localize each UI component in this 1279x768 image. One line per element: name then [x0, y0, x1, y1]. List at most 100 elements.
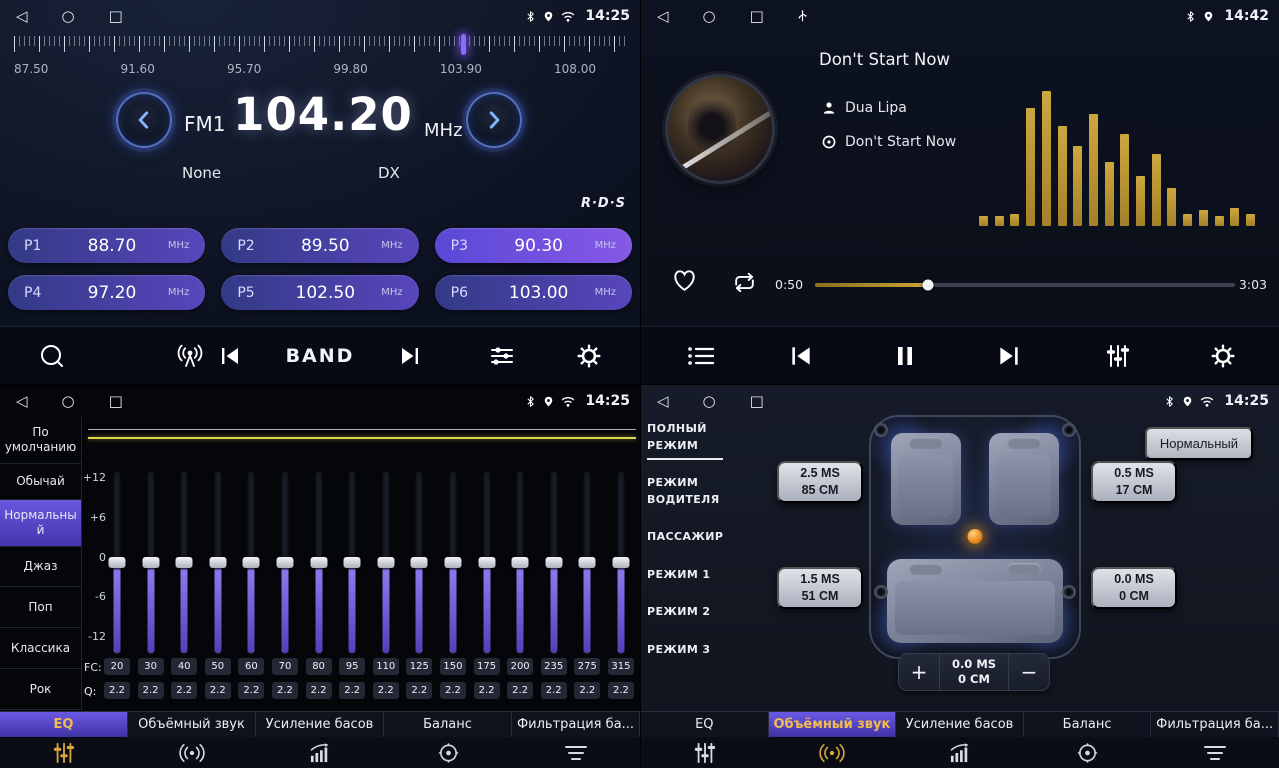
seek-bar[interactable] — [815, 283, 1235, 287]
eq-preset-default[interactable]: По умолчанию — [0, 417, 81, 464]
nav-recents-icon[interactable]: □ — [750, 7, 764, 25]
q-value[interactable]: 2.2 — [373, 682, 399, 699]
delay-front-left-button[interactable]: 2.5 MS 85 CM — [777, 461, 863, 503]
band-button[interactable]: BAND — [286, 345, 355, 367]
slider-handle[interactable] — [176, 557, 193, 568]
preset-button-p3[interactable]: P3 90.30 MHz — [435, 228, 632, 263]
tune-down-button[interactable] — [116, 92, 172, 148]
mode-driver[interactable]: РЕЖИМ ВОДИТЕЛЯ — [647, 475, 737, 514]
eq-tab-button[interactable] — [0, 737, 128, 768]
favorite-button[interactable] — [671, 268, 698, 293]
slider-handle[interactable] — [411, 557, 428, 568]
nav-recents-icon[interactable]: □ — [109, 7, 123, 25]
fc-value[interactable]: 70 — [272, 658, 298, 675]
tuning-indicator[interactable] — [461, 34, 466, 55]
slider-handle[interactable] — [579, 557, 596, 568]
preset-button-p5[interactable]: P5 102.50 MHz — [221, 275, 418, 310]
delay-increase-button[interactable]: + — [899, 654, 939, 690]
filter-tab-button[interactable] — [512, 737, 640, 768]
eq-preset-custom[interactable]: Обычай — [0, 464, 81, 500]
fc-value[interactable]: 40 — [171, 658, 197, 675]
nav-back-icon[interactable]: ◁ — [657, 7, 669, 25]
slider-handle[interactable] — [109, 557, 126, 568]
settings-button[interactable] — [577, 344, 601, 368]
repeat-button[interactable] — [731, 271, 758, 294]
frequency-ruler[interactable] — [14, 36, 626, 56]
mode-3[interactable]: РЕЖИМ 3 — [647, 642, 737, 665]
nav-recents-icon[interactable]: □ — [750, 392, 764, 410]
slider-handle[interactable] — [243, 557, 260, 568]
mode-full[interactable]: ПОЛНЫЙ РЕЖИМ — [647, 421, 737, 460]
eq-band-slider[interactable] — [104, 471, 130, 655]
slider-handle[interactable] — [612, 557, 629, 568]
fc-value[interactable]: 150 — [440, 658, 466, 675]
q-value[interactable]: 2.2 — [339, 682, 365, 699]
nav-back-icon[interactable]: ◁ — [16, 7, 28, 25]
q-value[interactable]: 2.2 — [608, 682, 634, 699]
q-value[interactable]: 2.2 — [104, 682, 130, 699]
fc-value[interactable]: 80 — [306, 658, 332, 675]
eq-preset-jazz[interactable]: Джаз — [0, 547, 81, 587]
fc-value[interactable]: 125 — [406, 658, 432, 675]
equalizer-button[interactable] — [1106, 344, 1130, 368]
sound-preset-button[interactable]: Нормальный — [1145, 427, 1253, 460]
q-value[interactable]: 2.2 — [507, 682, 533, 699]
nav-back-icon[interactable]: ◁ — [657, 392, 669, 410]
progress-knob[interactable] — [923, 280, 934, 291]
eq-band-slider[interactable] — [138, 471, 164, 655]
delay-rear-right-button[interactable]: 0.0 MS 0 CM — [1091, 567, 1177, 609]
fc-value[interactable]: 30 — [138, 658, 164, 675]
slider-handle[interactable] — [478, 557, 495, 568]
eq-preset-pop[interactable]: Поп — [0, 587, 81, 628]
surround-tab-button[interactable] — [769, 737, 897, 768]
eq-preset-rock[interactable]: Рок — [0, 669, 81, 710]
nav-home-icon[interactable]: ○ — [703, 392, 716, 410]
delay-decrease-button[interactable]: − — [1009, 654, 1049, 690]
slider-handle[interactable] — [276, 557, 293, 568]
slider-handle[interactable] — [512, 557, 529, 568]
slider-handle[interactable] — [377, 557, 394, 568]
q-value[interactable]: 2.2 — [272, 682, 298, 699]
scan-button[interactable] — [39, 343, 65, 369]
q-value[interactable]: 2.2 — [306, 682, 332, 699]
bass-boost-tab-button[interactable] — [256, 737, 384, 768]
slider-handle[interactable] — [344, 557, 361, 568]
eq-band-slider[interactable] — [541, 471, 567, 655]
tab-balance[interactable]: Баланс — [384, 712, 512, 737]
eq-band-slider[interactable] — [608, 471, 634, 655]
nav-home-icon[interactable]: ○ — [703, 7, 716, 25]
q-value[interactable]: 2.2 — [574, 682, 600, 699]
next-station-button[interactable] — [398, 345, 422, 367]
q-value[interactable]: 2.2 — [440, 682, 466, 699]
eq-band-slider[interactable] — [339, 471, 365, 655]
eq-band-slider[interactable] — [171, 471, 197, 655]
fc-value[interactable]: 95 — [339, 658, 365, 675]
fc-value[interactable]: 200 — [507, 658, 533, 675]
fc-value[interactable]: 275 — [574, 658, 600, 675]
fc-value[interactable]: 235 — [541, 658, 567, 675]
eq-band-slider[interactable] — [306, 471, 332, 655]
stations-button[interactable] — [176, 343, 204, 369]
pause-button[interactable] — [895, 345, 915, 367]
eq-band-slider[interactable] — [507, 471, 533, 655]
eq-preset-classic[interactable]: Классика — [0, 628, 81, 669]
tab-bass-boost[interactable]: Усиление басов — [256, 712, 384, 737]
q-value[interactable]: 2.2 — [541, 682, 567, 699]
delay-rear-left-button[interactable]: 1.5 MS 51 CM — [777, 567, 863, 609]
previous-track-button[interactable] — [788, 344, 814, 368]
tune-up-button[interactable] — [466, 92, 522, 148]
bass-boost-tab-button[interactable] — [896, 737, 1024, 768]
q-value[interactable]: 2.2 — [138, 682, 164, 699]
eq-band-slider[interactable] — [238, 471, 264, 655]
fc-value[interactable]: 60 — [238, 658, 264, 675]
q-value[interactable]: 2.2 — [171, 682, 197, 699]
preset-button-p6[interactable]: P6 103.00 MHz — [435, 275, 632, 310]
fc-value[interactable]: 20 — [104, 658, 130, 675]
preset-button-p1[interactable]: P1 88.70 MHz — [8, 228, 205, 263]
mode-1[interactable]: РЕЖИМ 1 — [647, 567, 737, 590]
fc-value[interactable]: 175 — [474, 658, 500, 675]
slider-handle[interactable] — [310, 557, 327, 568]
tab-surround[interactable]: Объёмный звук — [128, 712, 256, 737]
q-value[interactable]: 2.2 — [474, 682, 500, 699]
delay-front-right-button[interactable]: 0.5 MS 17 CM — [1091, 461, 1177, 503]
